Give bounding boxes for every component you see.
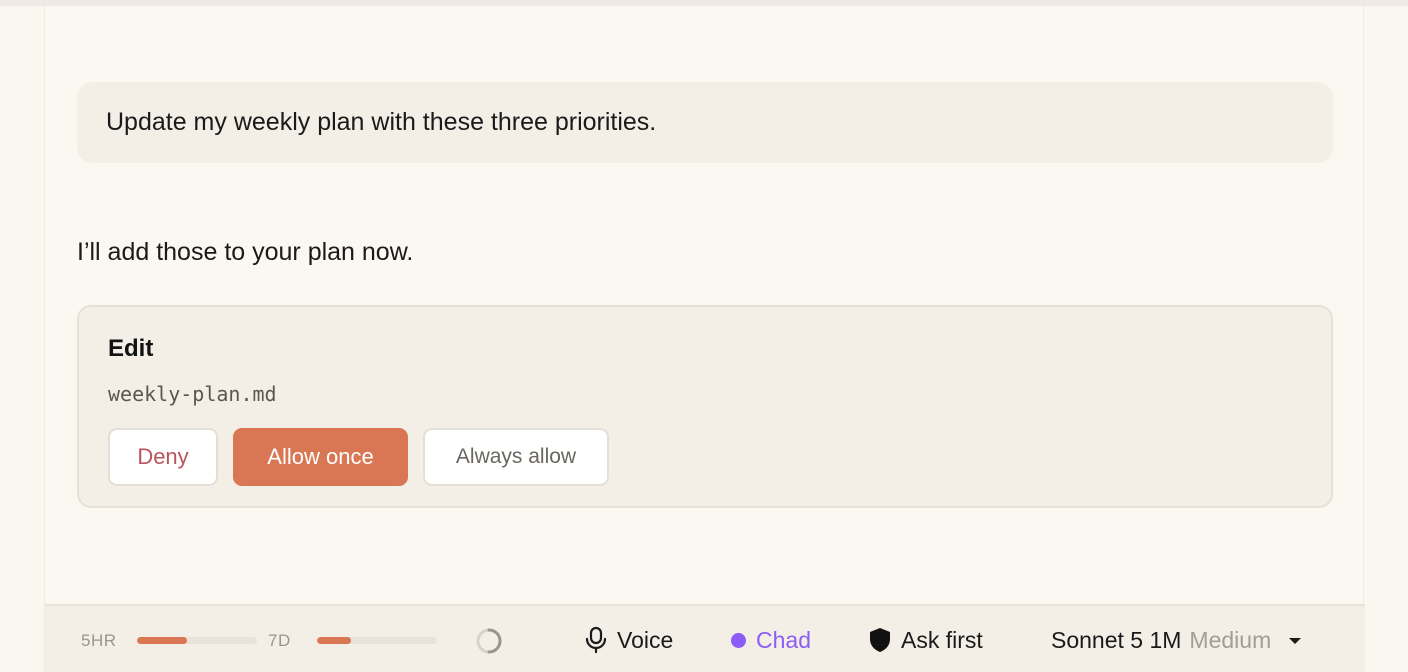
microphone-icon: [585, 626, 607, 654]
user-selector[interactable]: Chad: [731, 624, 811, 656]
usage-7d-fill: [317, 637, 351, 644]
permission-mode-selector[interactable]: Ask first: [869, 624, 983, 656]
user-message-text: Update my weekly plan with these three p…: [106, 108, 657, 136]
shield-icon: [870, 628, 890, 652]
user-message-bubble: Update my weekly plan with these three p…: [77, 82, 1333, 163]
usage-5hr-fill: [137, 637, 188, 644]
deny-button[interactable]: Deny: [108, 428, 218, 486]
permission-mode-label: Ask first: [901, 626, 983, 653]
chevron-down-icon: [1289, 638, 1302, 644]
allow-once-button[interactable]: Allow once: [233, 428, 408, 486]
always-allow-button[interactable]: Always allow: [423, 428, 609, 486]
usage-5hr-label: 5HR: [81, 631, 117, 650]
usage-7d-bar: [317, 637, 437, 644]
chat-panel: Update my weekly plan with these three p…: [44, 6, 1365, 672]
model-selector[interactable]: Sonnet 5 1M Medium: [1051, 624, 1302, 656]
assistant-message-text: I’ll add those to your plan now.: [77, 238, 414, 266]
usage-7d-label: 7D: [268, 631, 291, 650]
loading-spinner-icon: [476, 628, 502, 654]
permission-file-path: weekly-plan.md: [108, 382, 277, 406]
permission-request-card: Edit weekly-plan.md Deny Allow once Alwa…: [77, 305, 1333, 508]
usage-5hr-bar: [137, 637, 257, 644]
user-name: Chad: [756, 626, 811, 653]
permission-title: Edit: [108, 335, 154, 362]
composer-footer-bar: 5HR 7D Voice Chad Ask first Sonnet 5 1M …: [45, 604, 1365, 672]
user-status-dot: [731, 632, 746, 648]
model-effort: Medium: [1189, 626, 1272, 653]
voice-button[interactable]: Voice: [585, 624, 673, 656]
model-name: Sonnet 5 1M: [1051, 626, 1182, 653]
voice-label: Voice: [617, 626, 674, 653]
